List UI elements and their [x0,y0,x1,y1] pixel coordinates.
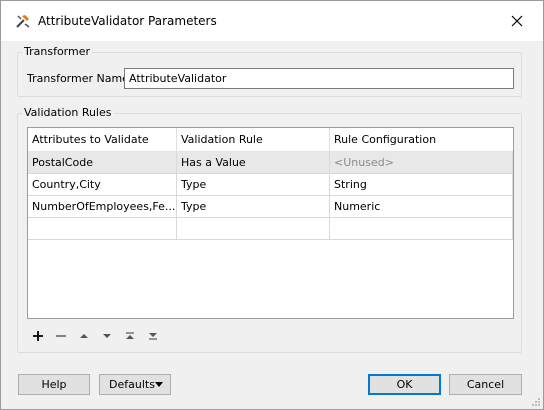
move-down-button[interactable] [100,329,114,343]
cell-attributes[interactable]: Country,City [28,174,177,196]
chevron-down-icon [155,382,163,387]
defaults-button[interactable]: Defaults [99,374,171,395]
move-to-top-button[interactable] [123,329,137,343]
close-icon [511,15,523,27]
column-header-rule[interactable]: Validation Rule [177,128,330,152]
cell-config[interactable]: String [330,174,513,196]
cancel-button[interactable]: Cancel [449,374,522,395]
table-row-empty[interactable] [28,218,513,240]
column-header-attributes[interactable]: Attributes to Validate [28,128,177,152]
dialog-window: AttributeValidator Parameters Transforme… [0,0,544,410]
add-row-button[interactable] [31,329,45,343]
cell-rule[interactable]: Type [177,196,330,218]
remove-row-button[interactable] [54,329,68,343]
attribute-validator-icon [15,13,31,29]
move-to-bottom-button[interactable] [146,329,160,343]
cell-config[interactable]: <Unused> [330,152,513,174]
table-row[interactable]: Country,City Type String [28,174,513,196]
column-header-config[interactable]: Rule Configuration [330,128,513,152]
resize-grip-icon[interactable] [531,397,541,407]
move-down-icon [103,334,111,338]
help-button[interactable]: Help [18,374,90,395]
move-up-icon [80,334,88,338]
table-row[interactable]: NumberOfEmployees,Fe... Type Numeric [28,196,513,218]
ok-button[interactable]: OK [368,374,441,395]
add-icon [33,331,43,341]
move-to-top-icon [126,332,134,339]
cell-attributes[interactable]: NumberOfEmployees,Fe... [28,196,177,218]
transformer-group-title: Transformer [22,45,93,58]
defaults-button-label: Defaults [109,378,155,391]
cell-rule[interactable] [177,218,330,240]
table-header: Attributes to Validate Validation Rule R… [28,128,513,152]
cell-config[interactable]: Numeric [330,196,513,218]
cell-rule[interactable]: Has a Value [177,152,330,174]
cell-attributes[interactable]: PostalCode [28,152,177,174]
remove-icon [56,335,66,337]
table-row[interactable]: PostalCode Has a Value <Unused> [28,152,513,174]
window-title: AttributeValidator Parameters [38,14,217,28]
move-up-button[interactable] [77,329,91,343]
rules-table[interactable]: Attributes to Validate Validation Rule R… [27,127,514,319]
cell-rule[interactable]: Type [177,174,330,196]
transformer-name-label: Transformer Name: [27,72,133,85]
title-bar: AttributeValidator Parameters [1,1,543,41]
validation-rules-group-title: Validation Rules [22,106,114,119]
move-to-bottom-icon [149,333,157,340]
cell-attributes[interactable] [28,218,177,240]
transformer-name-input[interactable]: AttributeValidator [124,68,514,89]
close-button[interactable] [497,5,537,37]
cell-config[interactable] [330,218,513,240]
